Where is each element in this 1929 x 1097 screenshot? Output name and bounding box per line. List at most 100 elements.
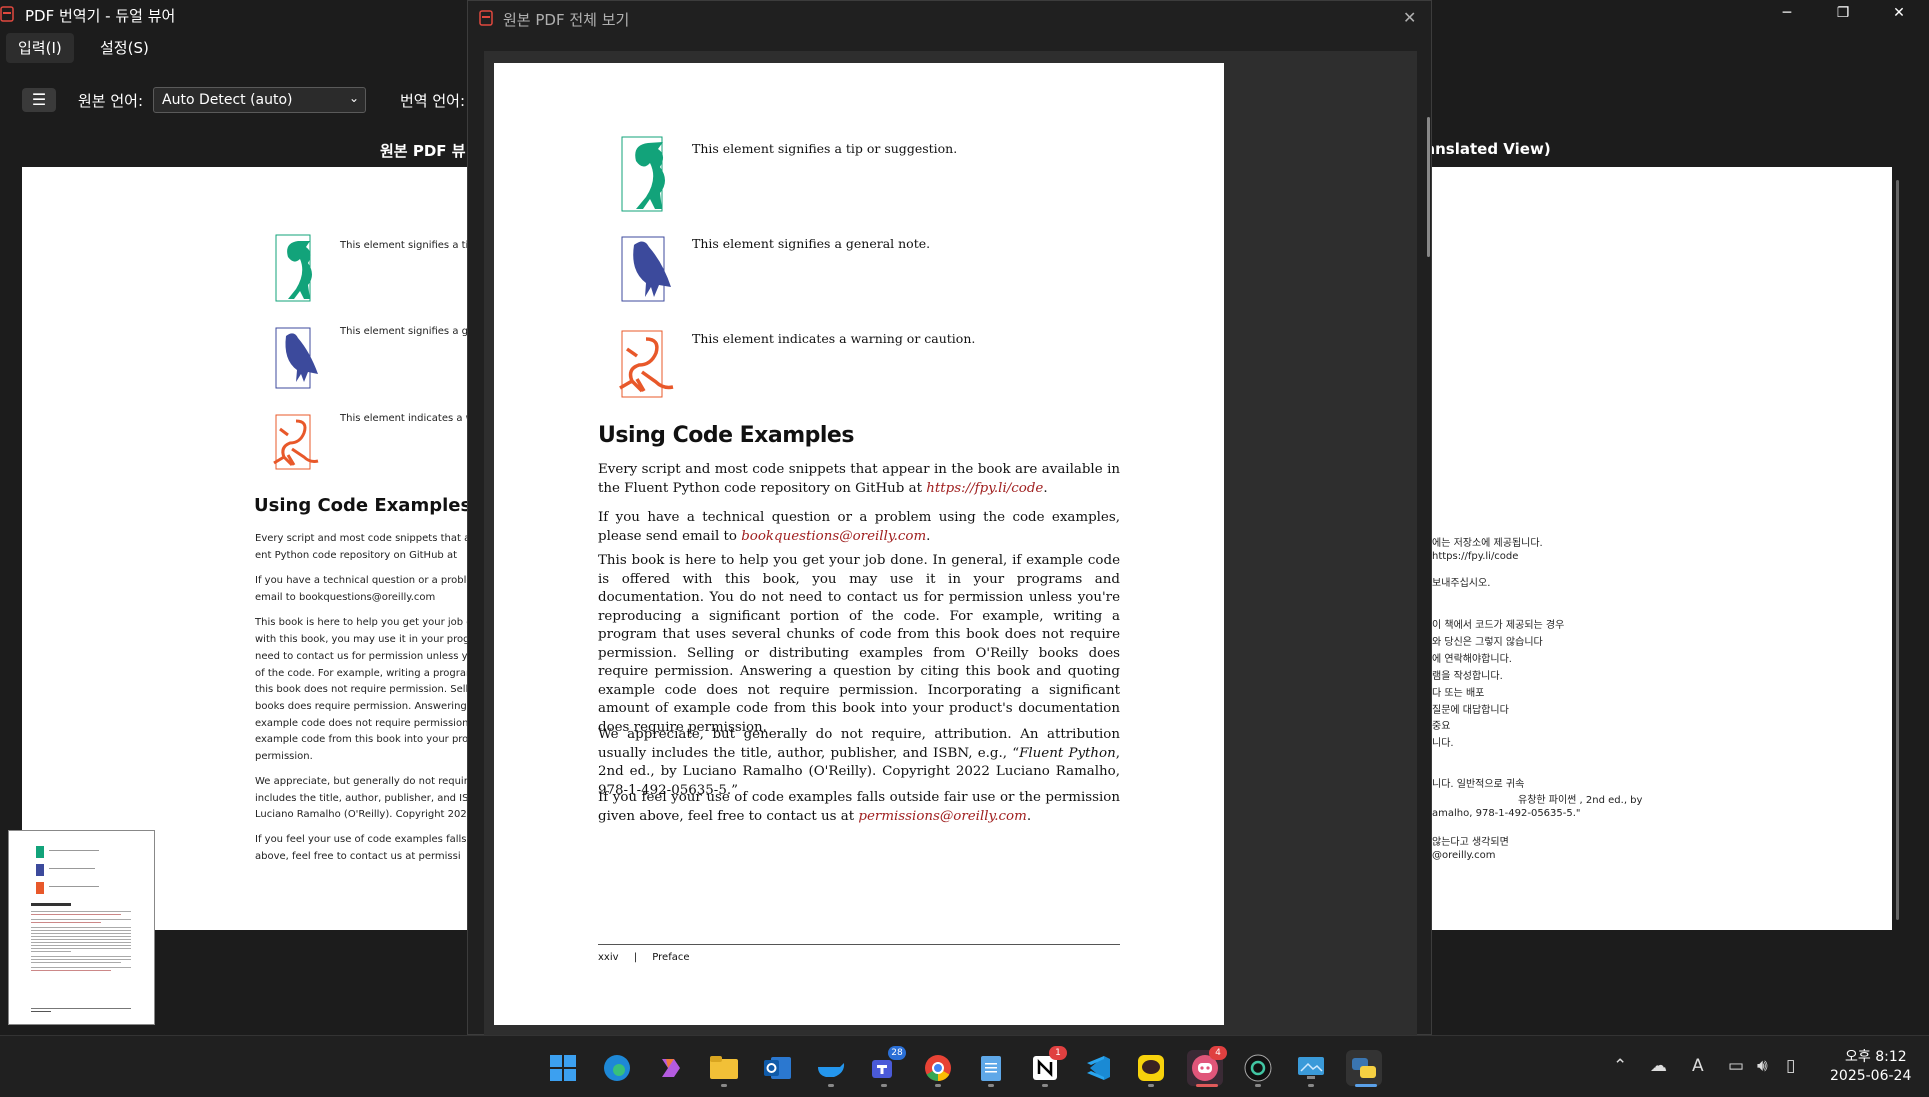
running-indicator: [1042, 1084, 1048, 1087]
translated-text-line: 않는다고 생각되면: [1432, 837, 1509, 848]
translated-text-line: https://fpy.li/code: [1432, 551, 1519, 562]
translated-text-line: amalho, 978-1-492-05635-5.": [1432, 808, 1581, 819]
remote-desktop-icon[interactable]: [1293, 1050, 1329, 1086]
translated-text-line: 에는 저장소에 제공됩니다.: [1432, 538, 1543, 549]
paragraph-2: If you have a technical question or a pr…: [598, 510, 1120, 544]
chevron-up-icon[interactable]: ⌃: [1613, 1056, 1627, 1076]
scorpion-icon: [619, 330, 674, 398]
source-language-label: 원본 언어:: [78, 92, 144, 110]
paragraph-1: Every script and most code snippets that…: [598, 462, 1120, 496]
notepad-icon[interactable]: [973, 1050, 1009, 1086]
code-repo-link[interactable]: https://fpy.li/code: [926, 481, 1043, 496]
text-line: with this book, you may use it in your p…: [255, 634, 470, 645]
teams-icon[interactable]: 28: [866, 1046, 906, 1086]
text-line: If you have a technical question or a pr…: [255, 575, 470, 586]
text-line: books does require permission. Answering…: [255, 701, 470, 712]
section-heading: Using Code Examples: [254, 495, 470, 516]
notion-icon[interactable]: 1: [1027, 1046, 1067, 1086]
translated-view-label: anslated View): [1425, 140, 1551, 158]
text-line: above, feel free to contact us at permis…: [255, 851, 461, 862]
minimize-button[interactable]: ─: [1760, 0, 1814, 28]
outlook-icon[interactable]: [760, 1050, 796, 1086]
chatgpt-icon[interactable]: [1240, 1050, 1276, 1086]
speaker-icon[interactable]: 🔊︎: [1757, 1056, 1768, 1076]
python-app-icon[interactable]: [1346, 1050, 1382, 1086]
note-tip-text: This element signifies a tip or suggesti…: [692, 141, 958, 156]
chrome-icon[interactable]: [920, 1050, 956, 1086]
translated-pdf-page[interactable]: 에는 저장소에 제공됩니다. https://fpy.li/code 보내주십시…: [1432, 167, 1892, 930]
translated-text-line: 니다. 일반적으로 귀속: [1432, 779, 1525, 790]
translated-text-line: 니다.: [1432, 738, 1454, 749]
notification-badge: 28: [888, 1046, 906, 1060]
section-heading: Using Code Examples: [598, 423, 854, 448]
book-title: Fluent Python: [1019, 745, 1116, 761]
text-line: example code from this book into your pr…: [255, 734, 470, 745]
note-tip-text: This element signifies a tip or su: [340, 240, 470, 251]
translated-view-scrollbar[interactable]: [1896, 180, 1899, 920]
translated-text-line: 이 책에서 코드가 제공되는 경우: [1432, 620, 1565, 631]
docker-icon[interactable]: [813, 1050, 849, 1086]
translated-text-line: 다 또는 배포: [1432, 688, 1485, 699]
running-indicator: [935, 1084, 941, 1087]
original-view-label: 원본 PDF 뷰: [380, 142, 466, 160]
cloud-offline-icon[interactable]: ☁: [1650, 1056, 1667, 1076]
translated-text-line: 유창한 파이썬 , 2nd ed., by: [1518, 795, 1643, 806]
hamburger-menu-button[interactable]: ☰: [22, 88, 56, 112]
copilot-icon[interactable]: [653, 1050, 689, 1086]
running-indicator: [1148, 1084, 1154, 1087]
menu-input[interactable]: 입력(I): [6, 33, 74, 63]
kakaotalk-icon[interactable]: [1133, 1050, 1169, 1086]
crow-icon: [275, 327, 318, 389]
translated-text-line: 질문에 대답합니다: [1432, 705, 1509, 716]
page-thumbnail[interactable]: [8, 830, 155, 1025]
taskbar: 28 1 4 ⌃ ☁ A ▭ 🔊︎ ▯ 오후 8:12 2025-06-24: [0, 1035, 1929, 1097]
input-language-indicator[interactable]: A: [1692, 1056, 1704, 1076]
vscode-icon[interactable]: [1080, 1050, 1116, 1086]
network-icon[interactable]: ▭: [1728, 1056, 1744, 1076]
note-warning-text: This element indicates a warning: [340, 413, 470, 424]
full-pdf-view-dialog: 원본 PDF 전체 보기 ✕ This element signifies a …: [467, 0, 1432, 1036]
bookquestions-email-link[interactable]: bookquestions@oreilly.com: [741, 529, 926, 544]
discord-icon[interactable]: 4: [1187, 1046, 1227, 1086]
clock-time[interactable]: 오후 8:12: [1845, 1046, 1907, 1066]
running-indicator: [988, 1084, 994, 1087]
active-indicator: [1196, 1084, 1218, 1087]
maximize-button[interactable]: ❐: [1816, 0, 1870, 28]
text-line: ent Python code repository on GitHub at: [255, 550, 457, 561]
original-pdf-page[interactable]: This element signifies a tip or su This …: [22, 167, 470, 930]
target-language-label: 번역 언어:: [400, 92, 466, 110]
menu-settings[interactable]: 설정(S): [88, 33, 161, 63]
paragraph-5: If you feel your use of code examples fa…: [598, 790, 1120, 824]
lemur-icon: [275, 234, 312, 302]
translated-text-line: 와 당신은 그렇지 않습니다: [1432, 637, 1543, 648]
translated-text-line: 램을 작성합니다.: [1432, 671, 1503, 682]
permissions-email-link[interactable]: permissions@oreilly.com: [858, 809, 1026, 824]
windows-start-icon[interactable]: [545, 1050, 581, 1086]
running-indicator: [1308, 1084, 1314, 1087]
note-general-text: This element signifies a general: [340, 326, 470, 337]
text-line: Every script and most code snippets that…: [255, 533, 470, 544]
dialog-title: 원본 PDF 전체 보기: [503, 11, 630, 29]
lemur-icon: [621, 136, 665, 212]
text-line: includes the title, author, publisher, a…: [255, 793, 470, 804]
translated-text-line: 보내주십시오.: [1432, 578, 1491, 589]
page-footer: xxiv | Preface: [598, 952, 690, 963]
file-explorer-icon[interactable]: [706, 1050, 742, 1086]
source-language-select[interactable]: Auto Detect (auto) ⌄: [153, 87, 366, 113]
battery-icon[interactable]: ▯: [1786, 1056, 1795, 1076]
running-indicator: [1255, 1084, 1261, 1087]
clock-date[interactable]: 2025-06-24: [1830, 1068, 1911, 1084]
page-number: xxiv: [598, 952, 619, 963]
text-line: this book does not require permission. S…: [255, 684, 470, 695]
notification-badge: 1: [1049, 1046, 1067, 1060]
active-indicator: [1355, 1084, 1377, 1087]
dialog-scrollbar[interactable]: [1427, 117, 1430, 257]
close-button[interactable]: ✕: [1872, 0, 1926, 28]
edge-browser-icon[interactable]: [599, 1050, 635, 1086]
source-language-value: Auto Detect (auto): [162, 92, 293, 108]
footer-section: Preface: [652, 952, 690, 963]
running-indicator: [721, 1084, 727, 1087]
crow-icon: [621, 236, 671, 302]
dialog-close-button[interactable]: ✕: [1403, 8, 1416, 27]
text-line: of the code. For example, writing a prog…: [255, 668, 470, 679]
